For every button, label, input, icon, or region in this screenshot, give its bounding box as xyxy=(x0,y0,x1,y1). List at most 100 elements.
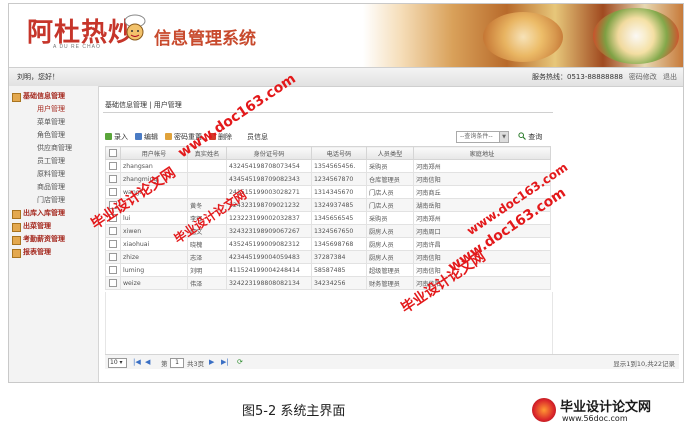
sidebar-item-employees[interactable]: 员工管理 xyxy=(9,155,98,168)
table-row[interactable]: wangf 241515199003028271 1314345670 门店人员 河南商… xyxy=(105,185,551,199)
delete-icon xyxy=(209,133,216,140)
column-header[interactable]: 电话号码 xyxy=(311,146,367,160)
row-checkbox[interactable] xyxy=(105,250,121,264)
table-cell: 1345656545 xyxy=(311,211,367,225)
folder-icon xyxy=(12,223,21,232)
table-cell: 李辉 xyxy=(187,211,227,225)
table-row[interactable]: zhangming 434545198709082343 1234567870 仓库管… xyxy=(105,172,551,186)
key-icon xyxy=(165,133,172,140)
table-row[interactable]: luming 刘明 411524199004248414 58587485 超级管理员河… xyxy=(105,263,551,277)
sidebar-item-users[interactable]: 用户管理 xyxy=(9,103,98,116)
row-checkbox[interactable] xyxy=(105,198,121,212)
table-cell: 河南郑州 xyxy=(413,211,551,225)
system-title: 信息管理系统 xyxy=(154,29,256,49)
table-cell xyxy=(187,159,227,173)
column-header[interactable]: 真实姓名 xyxy=(187,146,227,160)
sidebar-item-roles[interactable]: 角色管理 xyxy=(9,129,98,142)
table-cell: 厨房人员 xyxy=(366,250,414,264)
table-cell: 伟泽 xyxy=(187,276,227,290)
sidebar-item-materials[interactable]: 原料管理 xyxy=(9,168,98,181)
delete-button[interactable]: 删除 xyxy=(209,132,232,142)
row-checkbox[interactable] xyxy=(105,185,121,199)
table-cell: 志泽 xyxy=(187,250,227,264)
edit-button[interactable]: 编辑 xyxy=(135,132,158,142)
sidebar-item-stores[interactable]: 门店管理 xyxy=(9,194,98,207)
menu-group-basic-info[interactable]: 基础信息管理 xyxy=(9,90,98,103)
table-cell: 1324567650 xyxy=(311,224,367,238)
row-checkbox[interactable] xyxy=(105,263,121,277)
reset-password-button[interactable]: 密码重置 xyxy=(165,132,202,142)
prev-page-icon[interactable]: ◀ xyxy=(145,358,150,366)
table-cell: 晓槐 xyxy=(187,237,227,251)
column-header[interactable]: 身份证号码 xyxy=(226,146,312,160)
sidebar: 基础信息管理 用户管理 菜单管理 角色管理 供应商管理 员工管理 原料管理 商品… xyxy=(9,86,99,382)
page-size-select[interactable]: 10 ▾ xyxy=(108,358,127,368)
column-header[interactable]: 人员类型 xyxy=(366,146,414,160)
table-row[interactable]: xiwen 僖文 324323198909067267 1324567650 厨房人员河… xyxy=(105,224,551,238)
divider xyxy=(103,112,553,113)
table-header-row: 用户帐号 真实姓名 身份证号码 电话号码 人员类型 家庭地址 xyxy=(105,146,551,160)
menu-group-attendance[interactable]: 考勤薪资管理 xyxy=(9,233,98,246)
table-cell: 仓库管理员 xyxy=(366,172,414,186)
table-cell: 河南信阳 xyxy=(413,276,551,290)
table-cell: 河南许昌 xyxy=(413,237,551,251)
table-cell: 1314345670 xyxy=(311,185,367,199)
table-cell xyxy=(120,198,188,212)
query-button[interactable]: 查询 xyxy=(518,132,542,142)
menu-group-reports[interactable]: 报表管理 xyxy=(9,246,98,259)
top-bar: 刘明，您好！ 服务热线：0513-88888888 密码修改 退出 xyxy=(9,67,683,87)
column-header[interactable]: 家庭地址 xyxy=(413,146,551,160)
select-all-checkbox[interactable] xyxy=(105,146,121,160)
info-button[interactable]: 员信息 xyxy=(247,132,268,142)
app-window: 阿杜热炒 A DU RE CHAO 信息管理系统 刘明，您好！ 服务热线：051… xyxy=(8,3,684,383)
table-row[interactable]: zhize 志泽 423445199004059483 37287384 厨房人员 河南信… xyxy=(105,250,551,264)
add-button[interactable]: 录入 xyxy=(105,132,128,142)
column-header[interactable]: 用户帐号 xyxy=(120,146,188,160)
logo-subtitle: A DU RE CHAO xyxy=(53,44,101,50)
table-cell: xiaohuai xyxy=(120,237,188,251)
food-banner xyxy=(363,4,683,67)
row-checkbox[interactable] xyxy=(105,237,121,251)
table-cell: zhangsan xyxy=(120,159,188,173)
table-row[interactable]: xiaohuai 晓槐 435245199009082312 1345698768 厨房… xyxy=(105,237,551,251)
row-checkbox[interactable] xyxy=(105,211,121,225)
folder-icon xyxy=(12,236,21,245)
chevron-down-icon: ▼ xyxy=(499,132,508,142)
table-row[interactable]: zhangsan 432454198708073454 1354565456. 采购员… xyxy=(105,159,551,173)
row-checkbox[interactable] xyxy=(105,224,121,238)
sidebar-item-suppliers[interactable]: 供应商管理 xyxy=(9,142,98,155)
table-cell: 324323198909067267 xyxy=(226,224,312,238)
row-checkbox[interactable] xyxy=(105,159,121,173)
sidebar-item-menu[interactable]: 菜单管理 xyxy=(9,116,98,129)
page-number-input[interactable]: 1 xyxy=(170,358,184,368)
table-row[interactable]: lui 李辉 123223199002032837 1345656545 采购员 河南郑州 xyxy=(105,211,551,225)
table-row[interactable]: 黄冬 324323198709021232 1324937485 门店人员 湖南岳阳 xyxy=(105,198,551,212)
refresh-icon[interactable]: ⟳ xyxy=(237,358,243,366)
page-label: 第 xyxy=(161,360,168,368)
last-page-icon[interactable]: ▶| xyxy=(221,358,229,366)
footer-logo-title: 毕业设计论文网 xyxy=(560,400,652,415)
table-cell: 37287384 xyxy=(311,250,367,264)
dish-image xyxy=(483,12,563,62)
site-seal-icon xyxy=(532,398,556,422)
query-condition-select[interactable]: --查询条件-- ▼ xyxy=(456,131,509,143)
breadcrumb: 基础信息管理 | 用户管理 xyxy=(105,101,182,109)
menu-group-stock[interactable]: 出库入库管理 xyxy=(9,207,98,220)
sidebar-item-products[interactable]: 商品管理 xyxy=(9,181,98,194)
row-checkbox[interactable] xyxy=(105,276,121,290)
table-cell: 刘明 xyxy=(187,263,227,277)
menu-group-dishes[interactable]: 出菜管理 xyxy=(9,220,98,233)
table-row[interactable]: weize 伟泽 324223198808082134 34234256 财务管理员 河南… xyxy=(105,276,551,290)
table-cell: 湖南岳阳 xyxy=(413,198,551,212)
users-table: 用户帐号 真实姓名 身份证号码 电话号码 人员类型 家庭地址 zhangsan 4… xyxy=(105,146,551,290)
table-cell: weize xyxy=(120,276,188,290)
records-summary: 显示1到10,共22记录 xyxy=(613,360,675,368)
table-body: zhangsan 432454198708073454 1354565456. 采购员… xyxy=(105,159,551,290)
row-checkbox[interactable] xyxy=(105,172,121,186)
next-page-icon[interactable]: ▶ xyxy=(209,358,214,366)
change-password-link[interactable]: 密码修改 xyxy=(629,73,657,81)
table-cell: lui xyxy=(120,211,188,225)
first-page-icon[interactable]: |◀ xyxy=(133,358,141,366)
table-cell xyxy=(187,172,227,186)
logout-link[interactable]: 退出 xyxy=(663,73,677,81)
